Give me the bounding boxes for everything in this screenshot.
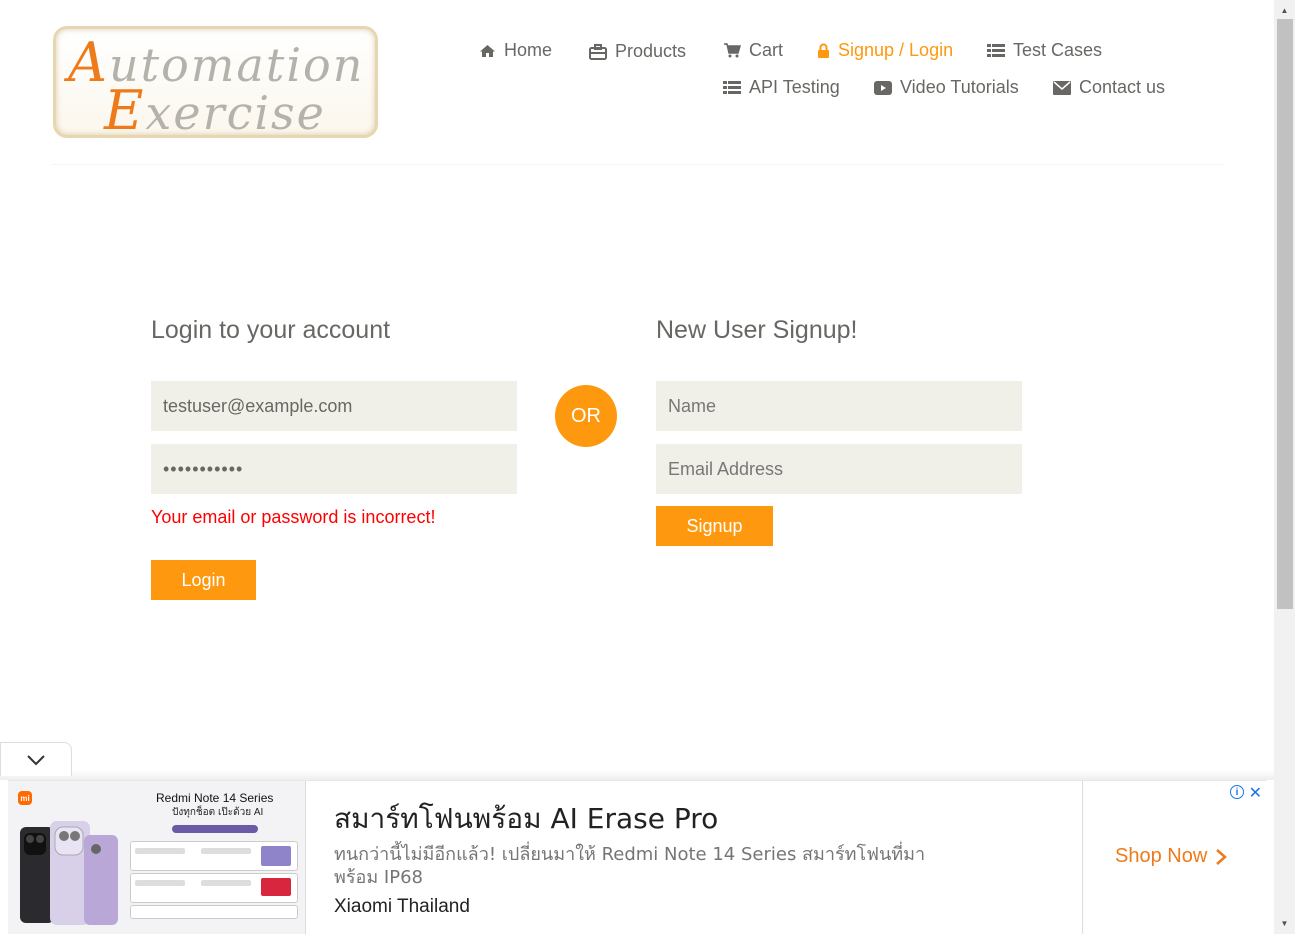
nav-products[interactable]: Products (589, 41, 686, 62)
nav-video-tutorials[interactable]: Video Tutorials (874, 77, 1019, 98)
lock-icon (818, 43, 829, 58)
nav-test-cases[interactable]: Test Cases (987, 40, 1102, 61)
shop-now-button[interactable]: Shop Now (1115, 845, 1228, 868)
ad-info-icon[interactable]: i (1230, 785, 1244, 799)
ad-headline[interactable]: สมาร์ทโฟนพร้อม AI Erase Pro (334, 797, 718, 841)
scroll-up-arrow-icon[interactable]: ▲ (1274, 2, 1295, 19)
nav-signup-login[interactable]: Signup / Login (817, 40, 953, 61)
phones-illustration (20, 821, 118, 925)
ad-close-icon[interactable]: ✕ (1249, 783, 1262, 803)
home-icon (480, 44, 495, 57)
signup-form-title: New User Signup! (656, 316, 858, 344)
ad-description[interactable]: ทนกว่านี้ไม่มีอีกแล้ว! เปลี่ยนมาให้ Redm… (334, 843, 944, 889)
ad-image-title: Redmi Note 14 Series (156, 791, 274, 805)
ad-shadow (0, 770, 1274, 780)
nav-contact-us[interactable]: Contact us (1053, 77, 1165, 98)
ad-feature-strip (130, 905, 298, 919)
ad-image-strip (172, 825, 258, 833)
ad-brand[interactable]: Xiaomi Thailand (334, 896, 470, 918)
ad-price-box (130, 841, 298, 871)
scroll-down-arrow-icon[interactable]: ▼ (1274, 915, 1295, 932)
list-icon (723, 80, 741, 94)
logo-line-2: Exercise (104, 79, 326, 142)
ad-collapse-toggle[interactable] (0, 742, 72, 776)
bottom-ad-banner[interactable]: mi Redmi Note 14 Series ปังทุกช็อต เป๊ะด… (8, 780, 1266, 934)
signup-email-input[interactable]: Email Address (656, 444, 1022, 494)
youtube-play-icon (874, 80, 892, 95)
chevron-down-icon (27, 754, 45, 765)
vertical-scrollbar[interactable]: ▲ ▼ (1274, 0, 1295, 934)
login-email-input[interactable]: testuser@example.com (151, 381, 517, 431)
cart-icon (724, 43, 741, 58)
login-form-title: Login to your account (151, 316, 391, 344)
ad-product-image[interactable]: mi Redmi Note 14 Series ปังทุกช็อต เป๊ะด… (8, 781, 306, 934)
ad-image-subtitle: ปังทุกช็อต เป๊ะด้วย AI (172, 807, 264, 818)
ad-cta-panel[interactable]: i ✕ Shop Now (1082, 781, 1266, 934)
nav-api-testing[interactable]: API Testing (723, 77, 840, 98)
nav-cart[interactable]: Cart (723, 40, 783, 61)
site-logo[interactable]: Automation Exercise (53, 26, 378, 142)
login-button[interactable]: Login (151, 560, 256, 600)
or-badge: OR (555, 385, 617, 447)
briefcase-icon (589, 43, 607, 60)
scroll-thumb[interactable] (1277, 19, 1293, 609)
header-divider (52, 164, 1224, 165)
nav-home[interactable]: Home (479, 40, 552, 61)
list-icon (987, 43, 1005, 57)
signup-name-input[interactable]: Name (656, 381, 1022, 431)
login-password-input[interactable]: ••••••••••• (151, 444, 517, 494)
signup-button[interactable]: Signup (656, 506, 773, 546)
ad-price-box-2 (130, 873, 298, 903)
chevron-right-icon (1216, 848, 1228, 865)
envelope-icon (1053, 80, 1071, 95)
login-error-message: Your email or password is incorrect! (151, 507, 436, 527)
